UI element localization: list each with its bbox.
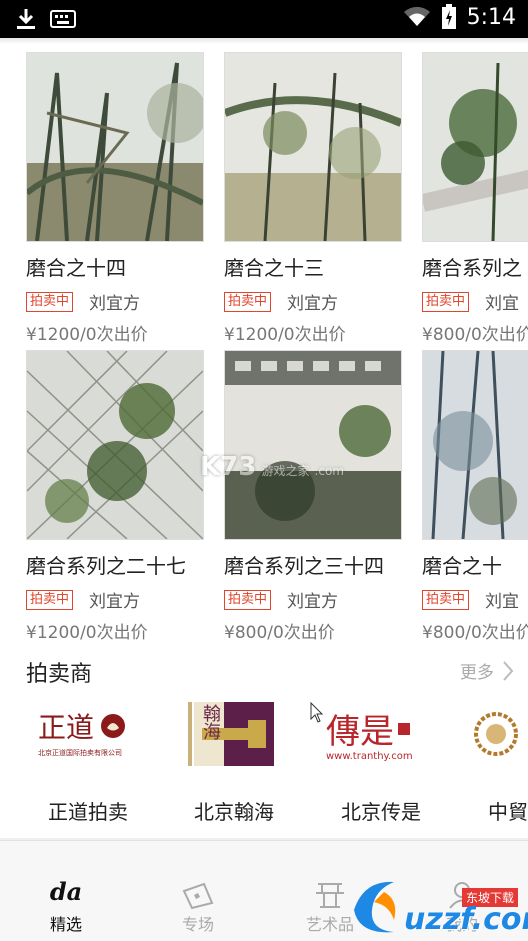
chevron-right-icon bbox=[503, 660, 514, 681]
zhengdao-emblem-icon bbox=[101, 714, 126, 738]
da-logo-icon: da bbox=[49, 877, 83, 906]
artwork-title: 磨合之十三 bbox=[224, 256, 324, 280]
section-title-auctioneers: 拍卖商 bbox=[26, 662, 93, 687]
more-link[interactable]: 更多 bbox=[460, 658, 514, 683]
artist-name: 刘宜 bbox=[485, 592, 520, 612]
artwork-card[interactable]: 磨合系列之三十四 拍卖中 刘宜方 ¥800/0次出价 bbox=[224, 350, 402, 640]
auctioneer-name[interactable]: 北京翰海 bbox=[194, 796, 274, 825]
uzzf-watermark: 东坡下载 uzzf.com bbox=[344, 860, 528, 940]
auctioneer-logo-hanhai[interactable]: 翰海 bbox=[188, 696, 278, 772]
artist-name: 刘宜 bbox=[485, 294, 520, 314]
price-text: ¥1200/0次出价 bbox=[26, 623, 148, 640]
status-badge: 拍卖中 bbox=[224, 291, 272, 312]
k73-logo-text: K73 bbox=[200, 452, 257, 482]
auctioneer-name[interactable]: 中貿 bbox=[488, 796, 528, 825]
artwork-card[interactable]: 磨合系列之二十七 拍卖中 刘宜方 ¥1200/0次出价 bbox=[26, 350, 204, 640]
more-label: 更多 bbox=[460, 663, 494, 683]
chuanshi-seal-icon bbox=[398, 722, 410, 735]
zhengdao-logo-text: 正道 bbox=[38, 711, 95, 744]
header-shadow bbox=[0, 38, 528, 44]
tab-featured[interactable]: da 精选 bbox=[0, 841, 132, 941]
tab-special[interactable]: 专场 bbox=[132, 841, 264, 941]
uzzf-domain: uzzf.com bbox=[404, 902, 528, 937]
artist-name: 刘宜方 bbox=[89, 592, 141, 612]
artwork-title: 磨合系列之二十七 bbox=[26, 554, 186, 578]
artwork-card[interactable]: 磨合之十四 拍卖中 刘宜方 ¥1200/0次出价 bbox=[26, 52, 204, 342]
artwork-title: 磨合之十四 bbox=[26, 256, 126, 280]
k73-logo-domain: .com bbox=[314, 464, 344, 478]
status-badge: 拍卖中 bbox=[422, 589, 470, 610]
download-icon bbox=[17, 9, 35, 29]
artwork-card[interactable]: 磨合之十三 拍卖中 刘宜方 ¥1200/0次出价 bbox=[224, 52, 402, 342]
artwork-image[interactable] bbox=[224, 52, 402, 242]
artwork-title: 磨合系列之 bbox=[422, 256, 522, 280]
artwork-image[interactable] bbox=[26, 350, 204, 540]
artwork-image[interactable] bbox=[422, 350, 528, 540]
zhongmao-emblem-icon bbox=[474, 712, 518, 756]
k73-watermark: K73 游戏之家 .com bbox=[200, 452, 360, 492]
tab-label: 精选 bbox=[49, 915, 82, 934]
artwork-image[interactable] bbox=[422, 52, 528, 242]
auctioneer-name[interactable]: 正道拍卖 bbox=[48, 796, 128, 825]
status-badge: 拍卖中 bbox=[224, 589, 272, 610]
price-text: ¥800/0次出价 bbox=[422, 325, 528, 342]
k73-logo-cn: 游戏之家 bbox=[261, 464, 310, 478]
auctioneer-name[interactable]: 北京传是 bbox=[341, 796, 421, 825]
status-badge: 拍卖中 bbox=[26, 291, 74, 312]
status-badge: 拍卖中 bbox=[422, 291, 470, 312]
auctioneer-logo-zhengdao[interactable]: 正道 北京正道国际拍卖有限公司 bbox=[38, 696, 138, 772]
artwork-row-2: 磨合系列之二十七 拍卖中 刘宜方 ¥1200/0次出价 磨合系列之三十四 拍卖中… bbox=[0, 350, 528, 640]
zhengdao-logo-sub: 北京正道国际拍卖有限公司 bbox=[38, 749, 122, 757]
artwork-title: 磨合之十 bbox=[422, 554, 502, 578]
price-text: ¥1200/0次出价 bbox=[26, 325, 148, 342]
clock: 5:14 bbox=[466, 4, 516, 30]
artwork-card[interactable]: 磨合之十 拍卖中 刘宜 ¥800/0次出价 bbox=[422, 350, 528, 640]
status-bar: 5:14 bbox=[0, 0, 528, 38]
chuanshi-logo-sub: www.tranthy.com bbox=[326, 751, 413, 762]
auctioneer-logos: 正道 北京正道国际拍卖有限公司 翰海 傳是 www.tranthy.com bbox=[0, 696, 528, 776]
artwork-image[interactable] bbox=[26, 52, 204, 242]
artist-name: 刘宜方 bbox=[287, 294, 339, 314]
artwork-card[interactable]: 磨合系列之 拍卖中 刘宜 ¥800/0次出价 bbox=[422, 52, 528, 342]
status-badge: 拍卖中 bbox=[26, 589, 74, 610]
artwork-image[interactable] bbox=[224, 350, 402, 540]
artwork-row-1: 磨合之十四 拍卖中 刘宜方 ¥1200/0次出价 磨合之十三 拍卖中 刘宜方 ¥… bbox=[0, 52, 528, 342]
hanhai-logo-text: 翰海 bbox=[200, 704, 221, 740]
wifi-icon bbox=[403, 6, 430, 26]
auctioneer-logo-zhongmao[interactable] bbox=[474, 696, 528, 772]
auctioneer-logo-chuanshi[interactable]: 傳是 www.tranthy.com bbox=[326, 696, 446, 772]
artwork-title: 磨合系列之三十四 bbox=[224, 554, 384, 578]
battery-icon bbox=[441, 4, 456, 29]
mouse-cursor-icon bbox=[310, 702, 324, 723]
price-text: ¥800/0次出价 bbox=[422, 623, 528, 640]
artist-name: 刘宜方 bbox=[89, 294, 141, 314]
tab-label: 专场 bbox=[181, 915, 214, 934]
chuanshi-logo-text: 傳是 bbox=[326, 712, 394, 752]
keyboard-icon bbox=[50, 10, 76, 28]
artist-name: 刘宜方 bbox=[287, 592, 339, 612]
price-text: ¥800/0次出价 bbox=[224, 623, 335, 640]
price-text: ¥1200/0次出价 bbox=[224, 325, 346, 342]
ticket-icon bbox=[182, 882, 214, 909]
